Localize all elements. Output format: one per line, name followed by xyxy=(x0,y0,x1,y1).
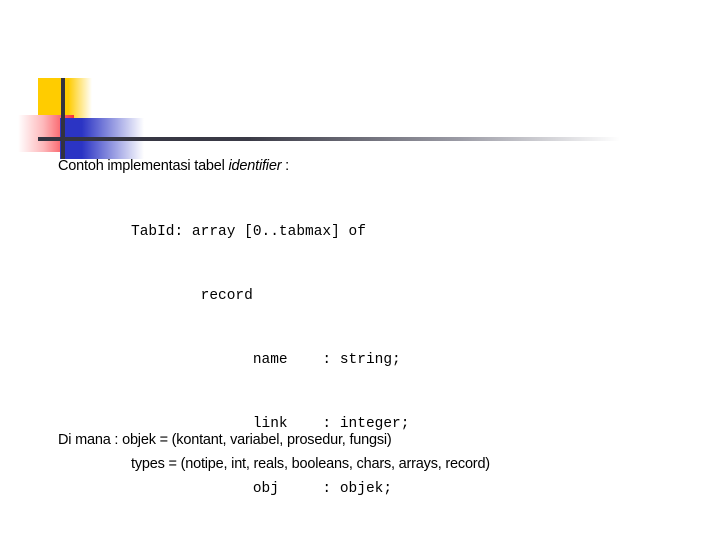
note-line-objek: Di mana : objek = (kontant, variabel, pr… xyxy=(58,432,392,448)
code-line: record xyxy=(131,288,253,305)
code-line: TabId: array [0..tabmax] of xyxy=(131,223,366,240)
slide-title-prefix: Contoh implementasi tabel xyxy=(58,158,229,174)
slide-canvas: Contoh implementasi tabel identifier : T… xyxy=(0,0,720,540)
code-line: name : string; xyxy=(131,352,401,369)
slide-title-suffix: : xyxy=(281,158,289,174)
note-line-types: types = (notipe, int, reals, booleans, c… xyxy=(131,456,490,472)
code-line: obj : objek; xyxy=(131,480,393,497)
pascal-code-block: TabId: array [0..tabmax] of record name … xyxy=(131,179,453,540)
slide-content: Contoh implementasi tabel identifier : T… xyxy=(0,0,720,540)
slide-title: Contoh implementasi tabel identifier : xyxy=(58,158,289,174)
slide-title-emphasis: identifier xyxy=(228,158,282,174)
